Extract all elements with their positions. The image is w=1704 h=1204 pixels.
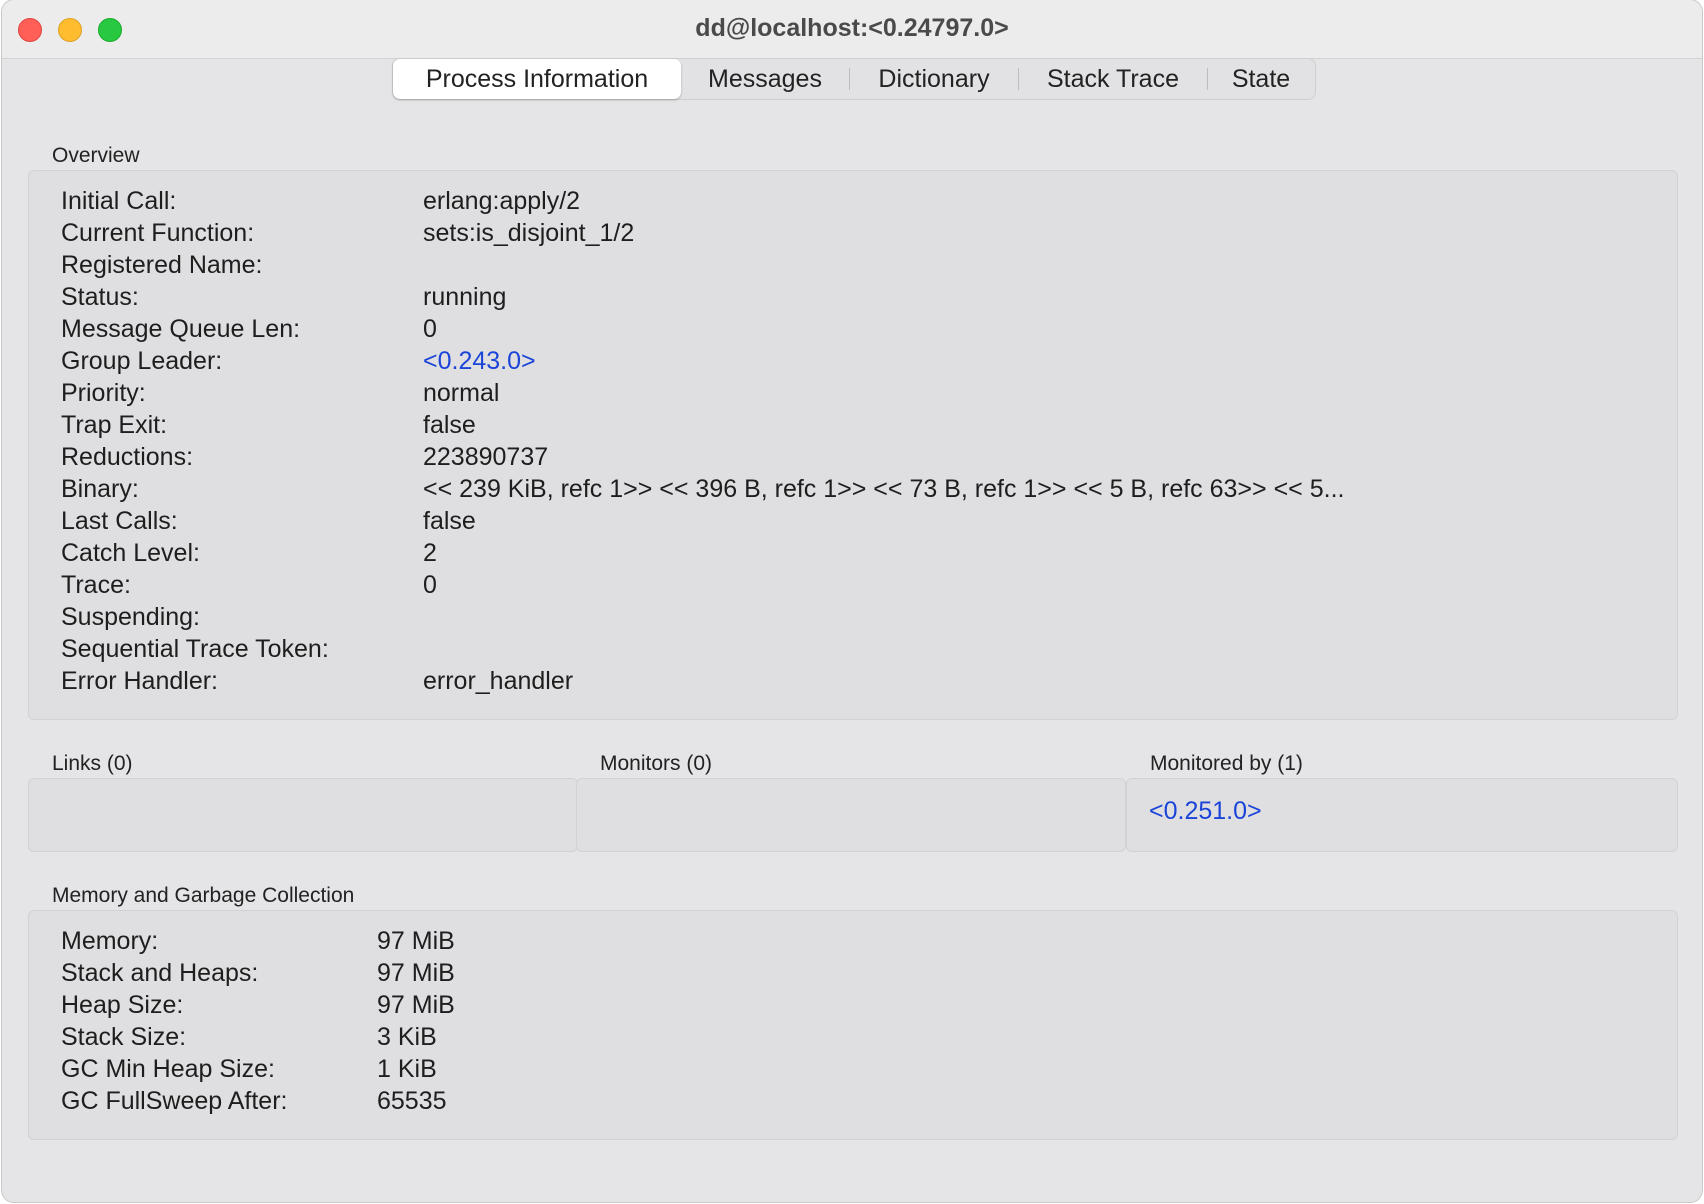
field-label: Error Handler: xyxy=(61,667,218,695)
field-label: Memory: xyxy=(61,927,159,955)
field-value: 97 MiB xyxy=(377,959,455,987)
field-label: Last Calls: xyxy=(61,507,178,535)
overview-panel: Initial Call: erlang:apply/2 Current Fun… xyxy=(28,170,1678,720)
field-label: Reductions: xyxy=(61,443,194,471)
field-value: false xyxy=(423,411,476,439)
tab-stack-trace[interactable]: Stack Trace xyxy=(1019,59,1207,99)
field-label: Trap Exit: xyxy=(61,411,168,439)
field-label: Group Leader: xyxy=(61,347,223,375)
field-label: Trace: xyxy=(61,571,131,599)
field-label: Registered Name: xyxy=(61,251,263,279)
field-value: erlang:apply/2 xyxy=(423,187,581,215)
memory-panel: Memory: 97 MiB Stack and Heaps: 97 MiB H… xyxy=(28,910,1678,1140)
window-title: dd@localhost:<0.24797.0> xyxy=(695,14,1009,42)
overview-label: Overview xyxy=(52,144,140,167)
field-value: 223890737 xyxy=(423,443,549,471)
field-value: sets:is_disjoint_1/2 xyxy=(423,219,635,247)
links-label: Links (0) xyxy=(52,752,133,775)
field-label: GC Min Heap Size: xyxy=(61,1055,275,1083)
field-value: error_handler xyxy=(423,667,574,695)
field-value: running xyxy=(423,283,507,311)
field-value: 97 MiB xyxy=(377,991,455,1019)
monitored-by-panel: <0.251.0> xyxy=(1126,778,1678,852)
field-label: Stack Size: xyxy=(61,1023,187,1051)
tab-state[interactable]: State xyxy=(1208,59,1314,99)
monitors-panel xyxy=(576,778,1126,852)
field-value: 1 KiB xyxy=(377,1055,437,1083)
links-panel xyxy=(28,778,578,852)
field-label: GC FullSweep After: xyxy=(61,1087,288,1115)
field-label: Priority: xyxy=(61,379,146,407)
field-label: Sequential Trace Token: xyxy=(61,635,329,663)
field-label: Current Function: xyxy=(61,219,255,247)
field-label: Binary: xyxy=(61,475,139,503)
field-label: Catch Level: xyxy=(61,539,200,567)
field-value: 2 xyxy=(423,539,437,567)
monitored-by-pid-link[interactable]: <0.251.0> xyxy=(1149,797,1262,829)
field-label: Stack and Heaps: xyxy=(61,959,259,987)
field-value: false xyxy=(423,507,476,535)
process-info-window: dd@localhost:<0.24797.0> Process Informa… xyxy=(2,0,1702,1202)
field-value: 0 xyxy=(423,315,437,343)
field-value: 97 MiB xyxy=(377,927,455,955)
monitored-by-label: Monitored by (1) xyxy=(1150,752,1303,775)
monitors-label: Monitors (0) xyxy=(600,752,713,775)
tab-bar: Process Information Messages Dictionary … xyxy=(392,58,1316,100)
field-value: 65535 xyxy=(377,1087,447,1115)
memory-label: Memory and Garbage Collection xyxy=(52,884,355,907)
field-label: Message Queue Len: xyxy=(61,315,301,343)
tab-messages[interactable]: Messages xyxy=(681,59,849,99)
field-label: Status: xyxy=(61,283,139,311)
tab-dictionary[interactable]: Dictionary xyxy=(850,59,1018,99)
field-label: Suspending: xyxy=(61,603,201,631)
field-label: Initial Call: xyxy=(61,187,177,215)
group-leader-link[interactable]: <0.243.0> xyxy=(423,347,536,376)
tab-process-information[interactable]: Process Information xyxy=(393,59,681,99)
title-bar: dd@localhost:<0.24797.0> xyxy=(2,0,1702,59)
field-value: 3 KiB xyxy=(377,1023,437,1051)
field-value: 0 xyxy=(423,571,437,599)
field-value: normal xyxy=(423,379,500,407)
field-value: << 239 KiB, refc 1>> << 396 B, refc 1>> … xyxy=(423,475,1345,503)
field-label: Heap Size: xyxy=(61,991,184,1019)
